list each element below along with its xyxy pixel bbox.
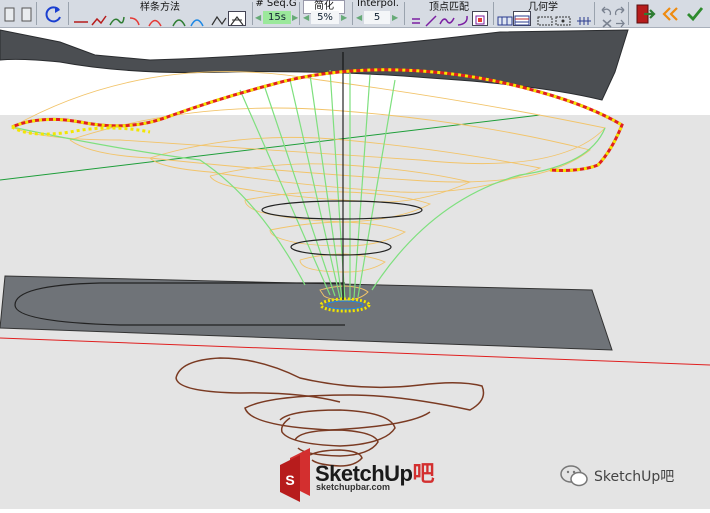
exit-icon[interactable] [633,2,657,26]
equal-match-icon[interactable] [408,11,424,26]
arch-mode-icon[interactable] [170,11,188,27]
toolbar-separator [352,2,353,25]
polyline-mode-icon[interactable] [90,11,108,26]
active-mode-icon[interactable] [228,11,246,26]
curve-mode-icon[interactable] [128,11,146,26]
toolbar: 样条方法 # Seq.G ◀ 15s ▶ 简化 ◀ 5% ▶ Interpol.… [0,0,710,28]
confirm-check-icon[interactable] [684,3,706,25]
seq-title: # Seq.G [255,0,297,9]
fit-mode-icon[interactable] [210,11,228,26]
watermark-brand-suffix: 吧 [412,461,434,486]
geometry-group: 几何学 [495,0,591,27]
slope-match-icon[interactable] [423,11,439,27]
arc-mode-icon[interactable] [146,11,164,27]
bspline-mode-icon[interactable] [108,11,126,26]
grid-view-icon[interactable] [496,11,514,26]
wave-match-icon[interactable] [438,11,456,26]
interpol-value[interactable]: 5 [364,11,390,24]
scene-canvas: S [0,28,710,509]
toolbar-separator [68,2,69,25]
simplify-increase-arrow[interactable]: ▶ [341,11,347,24]
toolbar-separator [252,2,253,25]
arch-alt-mode-icon[interactable] [188,11,206,27]
dashed-wide-box-icon[interactable] [554,11,572,26]
spline-method-group: 样条方法 [70,0,250,27]
seq-decrease-arrow[interactable]: ◀ [255,11,261,24]
cancel-icon[interactable] [600,13,614,28]
back-arrows-icon[interactable] [659,3,681,25]
point-match-icon[interactable] [472,11,488,26]
ticks-icon[interactable] [575,11,593,26]
tool-icon[interactable] [19,3,36,25]
watermark-url: sketchupbar.com [316,482,391,492]
interpol-decrease-arrow[interactable]: ◀ [356,11,362,24]
simplify-value[interactable]: 5% [311,11,339,24]
toolbar-separator [404,2,405,25]
toolbar-separator [36,2,37,25]
dashed-box-icon[interactable] [536,11,554,26]
wechat-icon [560,464,588,488]
tool-icon[interactable] [2,3,19,25]
vertex-match-group: 顶点匹配 [406,0,492,27]
toolbar-separator [628,2,629,25]
forward-icon[interactable] [613,13,627,28]
line-mode-icon[interactable] [72,11,90,26]
simplify-decrease-arrow[interactable]: ◀ [303,11,309,24]
toolbar-separator [299,2,300,25]
interpol-title: Interpol. [357,0,399,9]
interpol-increase-arrow[interactable]: ▶ [392,11,398,24]
model-viewport[interactable]: S SketchUp吧 sketchupbar.com SketchUp吧 [0,28,710,509]
svg-text:S: S [285,472,294,488]
refresh-icon[interactable] [42,3,66,27]
seq-group: # Seq.G ◀ 15s ▶ [254,0,298,27]
seq-value[interactable]: 15s [263,11,291,24]
seq-increase-arrow[interactable]: ▶ [292,11,298,24]
rows-view-icon[interactable] [513,11,531,26]
interpol-group: Interpol. ◀ 5 ▶ [354,0,402,27]
simplify-group: 简化 ◀ 5% ▶ [301,0,351,27]
toolbar-separator [594,2,595,25]
curve-match-icon[interactable] [455,11,471,26]
toolbar-separator [493,2,494,25]
wechat-label: SketchUp吧 [594,469,675,485]
